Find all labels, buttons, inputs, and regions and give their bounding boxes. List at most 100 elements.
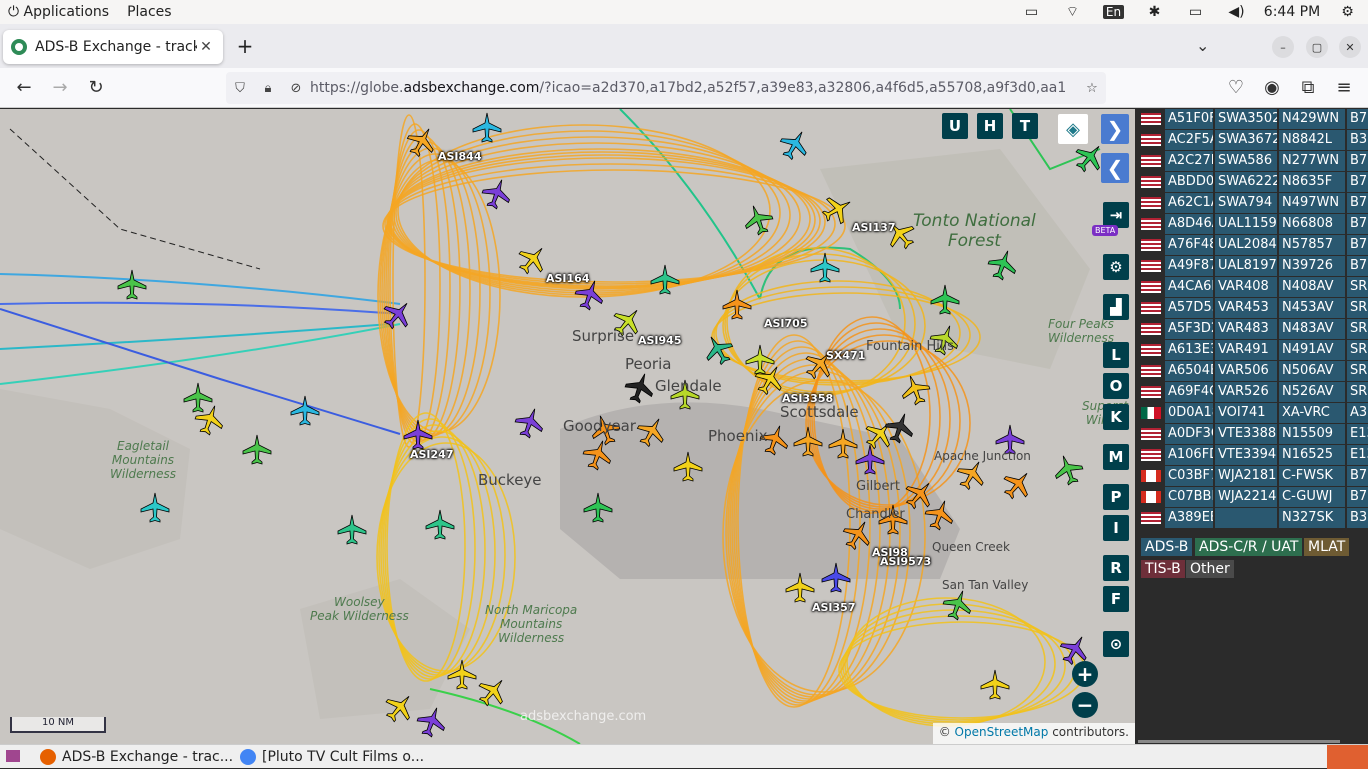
show-desktop-icon[interactable] (6, 750, 20, 762)
aircraft-icon[interactable] (998, 464, 1038, 504)
table-row[interactable]: A69F4CVAR526N526AVSR (1141, 382, 1368, 403)
table-row[interactable]: C03BF7WJA2181C-FWSKB73 (1141, 466, 1368, 487)
flight-label[interactable]: SX471 (826, 349, 865, 362)
back-icon[interactable]: ← (12, 76, 36, 100)
table-row[interactable]: A62C1ASWA794N497WNB73 (1141, 193, 1368, 214)
legend-adsb[interactable]: ADS-B (1141, 538, 1193, 556)
menu-hamburger-icon[interactable]: ≡ (1332, 76, 1356, 100)
table-row[interactable]: A8D46AUAL1159N66808B73 (1141, 214, 1368, 235)
map-button-l[interactable]: L (1103, 342, 1129, 368)
table-row[interactable]: A106FDVTE3394N16525E13 (1141, 445, 1368, 466)
replay-icon[interactable]: ⊙ (1103, 631, 1129, 657)
flight-label[interactable]: ASI3358 (782, 392, 833, 405)
bluetooth-icon[interactable]: ✱ (1134, 0, 1175, 24)
map-button-h[interactable]: H (977, 113, 1003, 139)
flight-label[interactable]: ASI945 (638, 334, 682, 347)
pocket-icon[interactable]: ♡ (1224, 76, 1248, 100)
map-button-r[interactable]: R (1103, 555, 1129, 581)
map-button-u[interactable]: U (942, 113, 968, 139)
url-bar[interactable]: ⛉ 🔒︎ ⊘ https://globe.adsbexchange.com/?i… (226, 72, 1106, 104)
flight-label[interactable]: ASI164 (546, 272, 590, 285)
aircraft-icon[interactable] (775, 125, 814, 164)
legend-adsc[interactable]: ADS-C/R / UAT (1195, 538, 1303, 556)
flight-label[interactable]: ASI247 (410, 448, 454, 461)
flight-label[interactable]: ASI357 (812, 601, 856, 614)
url-text[interactable]: https://globe.adsbexchange.com/?icao=a2d… (310, 80, 1078, 96)
maximize-button[interactable]: ▢ (1306, 36, 1328, 58)
map-button-o[interactable]: O (1103, 373, 1129, 399)
table-row[interactable]: A76F48UAL2084N57857B75 (1141, 235, 1368, 256)
map-button-p[interactable]: P (1103, 484, 1129, 510)
task-pluto[interactable]: [Pluto TV Cult Films o... (240, 747, 424, 767)
flight-label[interactable]: ASI844 (438, 150, 482, 163)
collapse-sidebar-icon[interactable]: ❮ (1101, 153, 1129, 183)
table-row[interactable]: AC2F5ASWA3672N8842LB38 (1141, 130, 1368, 151)
aircraft-icon[interactable] (810, 252, 840, 283)
keyboard-language[interactable]: En (1093, 0, 1134, 24)
wifi-icon[interactable]: ⌔ (1052, 0, 1093, 24)
table-row[interactable]: A49F87UAL8197N39726B73 (1141, 256, 1368, 277)
expand-sidebar-icon[interactable]: ❯ (1101, 114, 1129, 144)
aircraft-icon[interactable] (472, 112, 502, 143)
table-row[interactable]: A389EB N327SKB38 (1141, 508, 1368, 529)
osm-link[interactable]: OpenStreetMap (955, 725, 1049, 739)
task-adsb[interactable]: ADS-B Exchange - trac... (40, 747, 233, 767)
bookmark-star-icon[interactable]: ☆ (1078, 81, 1106, 96)
sidebar-scrollbar[interactable] (1138, 740, 1340, 743)
aircraft-icon[interactable] (425, 509, 455, 540)
stats-icon[interactable]: ▟ (1103, 294, 1129, 320)
legend-other[interactable]: Other (1186, 560, 1234, 578)
table-row[interactable]: A51F0FSWA3502N429WNB73 (1141, 109, 1368, 130)
legend-mlat[interactable]: MLAT (1304, 538, 1350, 556)
list-all-tabs-icon[interactable]: ⌄ (1196, 36, 1209, 55)
network-icon[interactable]: ▭ (1011, 0, 1052, 24)
tab-adsb-exchange[interactable]: ADS-B Exchange - track a ✕ (3, 30, 223, 64)
flight-label[interactable]: ASI705 (764, 317, 808, 330)
aircraft-icon[interactable] (622, 369, 658, 406)
places-menu[interactable]: Places (127, 4, 172, 20)
layers-icon[interactable]: ◈ (1058, 114, 1088, 144)
map-button-t[interactable]: T (1012, 113, 1038, 139)
zoom-in-button[interactable]: + (1072, 661, 1098, 687)
map-button-i[interactable]: I (1103, 515, 1129, 541)
map-button-m[interactable]: M (1103, 444, 1129, 470)
volume-icon[interactable]: ◀) (1216, 0, 1257, 24)
reload-icon[interactable]: ↻ (84, 76, 108, 100)
lock-icon[interactable]: 🔒︎ (254, 81, 282, 96)
tracking-shield-icon[interactable]: ⛉ (226, 81, 254, 96)
battery-icon[interactable]: ▭ (1175, 0, 1216, 24)
aircraft-icon[interactable] (337, 514, 367, 545)
aircraft-icon[interactable] (740, 201, 776, 238)
table-row[interactable]: C07BBEWJA2214C-GUWJB73 (1141, 487, 1368, 508)
aircraft-icon[interactable] (980, 669, 1010, 700)
settings-gear-icon[interactable]: ⚙ (1327, 0, 1368, 24)
table-row[interactable]: 0D0A18VOI741XA-VRCA32 (1141, 403, 1368, 424)
table-row[interactable]: A57D55VAR453N453AVSR (1141, 298, 1368, 319)
table-row[interactable]: A2C27ESWA586N277WNB73 (1141, 151, 1368, 172)
table-row[interactable]: ABDD09SWA6222N8635FB73 (1141, 172, 1368, 193)
extensions-icon[interactable]: ⧉ (1296, 76, 1320, 100)
aircraft-icon[interactable] (290, 395, 320, 426)
firefox-launcher-icon[interactable] (1327, 745, 1368, 769)
legend-tisb[interactable]: TIS-B (1141, 560, 1185, 578)
minimize-button[interactable]: – (1272, 36, 1294, 58)
table-row[interactable]: A6504EVAR506N506AVSR (1141, 361, 1368, 382)
applications-menu[interactable]: ⏻ Applications (8, 4, 109, 20)
map-button-f[interactable]: F (1103, 586, 1129, 612)
table-row[interactable]: A0DF3CVTE3388N15509E13 (1141, 424, 1368, 445)
new-tab-button[interactable]: + (232, 34, 258, 60)
aircraft-icon[interactable] (183, 382, 213, 413)
aircraft-icon[interactable] (117, 269, 147, 300)
flight-map[interactable]: Tonto National Forest Four Peaks Wildernes… (0, 109, 1135, 744)
table-row[interactable]: A4CA6DVAR408N408AVSR (1141, 277, 1368, 298)
table-row[interactable]: A613E3VAR491N491AVSR (1141, 340, 1368, 361)
table-row[interactable]: A5F3D2VAR483N483AVSR (1141, 319, 1368, 340)
settings-icon[interactable]: ⚙ (1103, 254, 1129, 280)
beta-badge[interactable]: BETA (1092, 225, 1119, 236)
close-window-button[interactable]: ✕ (1339, 36, 1361, 58)
aircraft-icon[interactable] (512, 404, 548, 441)
forward-icon[interactable]: → (48, 76, 72, 100)
flight-label[interactable]: ASI137 (852, 221, 896, 234)
permissions-icon[interactable]: ⊘ (282, 81, 310, 96)
clock[interactable]: 6:44 PM (1257, 0, 1327, 24)
